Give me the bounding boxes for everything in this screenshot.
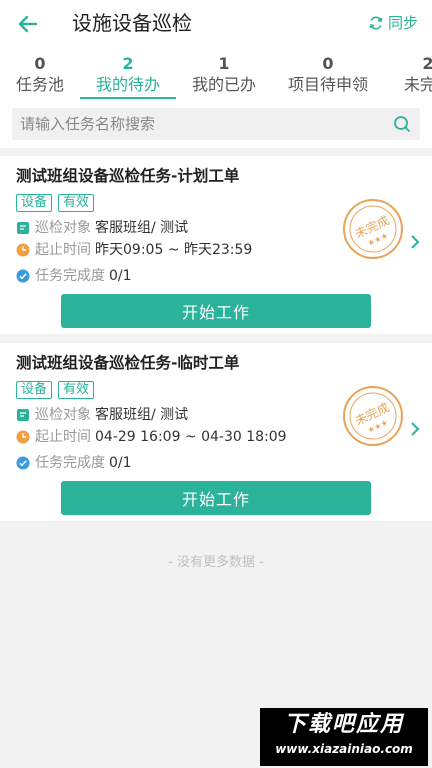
time-value: 昨天09:05 ~ 昨天23:59 — [95, 242, 253, 258]
tag-valid: 有效 — [58, 194, 95, 212]
tab-count: 2 — [122, 54, 134, 73]
no-more-data-note: - 没有更多数据 - — [168, 555, 264, 570]
watermark-url: www.xiazainiao.com — [275, 742, 413, 756]
document-icon — [17, 222, 29, 234]
back-button[interactable] — [14, 10, 42, 38]
tab-project-pending-claim[interactable]: 0 项目待申领 — [280, 54, 376, 96]
back-arrow-icon — [18, 15, 38, 33]
active-tab-indicator — [80, 97, 176, 99]
page-title: 设施设备巡检 — [72, 11, 192, 35]
incomplete-stamp: 未完成 ★★★ — [343, 386, 403, 446]
tab-task-pool[interactable]: 0 任务池 — [0, 54, 88, 96]
time-label: 起止时间 — [35, 242, 91, 258]
tab-label: 我的已办 — [191, 75, 256, 94]
time-label: 起止时间 — [35, 429, 91, 445]
target-label: 巡检对象 — [35, 220, 91, 236]
target-label: 巡检对象 — [35, 407, 91, 423]
task-title: 测试班组设备巡检任务-临时工单 — [16, 354, 240, 372]
tag-group: 设备 有效 — [16, 381, 95, 399]
tab-label: 项目待申领 — [287, 75, 368, 94]
tab-label: 未完成 — [403, 75, 432, 94]
time-range-row: 起止时间 昨天09:05 ~ 昨天23:59 — [16, 240, 252, 260]
target-value: 客服班组/ 测试 — [95, 220, 189, 236]
sync-button[interactable]: 同步 — [368, 12, 418, 34]
target-value: 客服班组/ 测试 — [95, 407, 189, 423]
tab-label: 任务池 — [15, 75, 64, 94]
progress-row: 任务完成度 0/1 — [16, 266, 132, 286]
search-box — [12, 108, 420, 140]
progress-label: 任务完成度 — [35, 455, 105, 471]
progress-value: 0/1 — [109, 268, 132, 284]
chevron-right-icon[interactable] — [410, 421, 420, 437]
tab-incomplete[interactable]: 2 未完成 — [380, 54, 432, 96]
search-icon[interactable] — [392, 114, 412, 134]
task-title: 测试班组设备巡检任务-计划工单 — [16, 167, 240, 185]
tab-count: 1 — [218, 54, 230, 73]
start-work-button[interactable]: 开始工作 — [61, 481, 371, 515]
incomplete-stamp: 未完成 ★★★ — [343, 199, 403, 259]
clock-icon — [16, 243, 30, 257]
tab-label: 我的待办 — [95, 75, 160, 94]
progress-row: 任务完成度 0/1 — [16, 453, 132, 473]
watermark-title: 下载吧应用 — [283, 712, 404, 737]
tag-equipment: 设备 — [16, 381, 53, 399]
tab-bar: 0 任务池 2 我的待办 1 我的已办 0 项目待申领 2 未完成 — [0, 48, 432, 102]
sync-label: 同步 — [387, 14, 418, 32]
task-card[interactable]: 测试班组设备巡检任务-计划工单 设备 有效 巡检对象 客服班组/ 测试 起止时间… — [0, 156, 432, 334]
task-card[interactable]: 测试班组设备巡检任务-临时工单 设备 有效 巡检对象 客服班组/ 测试 起止时间… — [0, 343, 432, 521]
check-circle-icon — [16, 269, 30, 283]
inspection-target-row: 巡检对象 客服班组/ 测试 — [16, 218, 188, 238]
tab-count: 0 — [322, 54, 334, 73]
tag-equipment: 设备 — [16, 194, 53, 212]
search-area — [0, 102, 432, 148]
watermark-logo: 下载吧应用 www.xiazainiao.com — [260, 708, 428, 766]
tab-count: 2 — [422, 54, 432, 73]
tag-group: 设备 有效 — [16, 194, 95, 212]
sync-icon — [369, 16, 383, 30]
tab-count: 0 — [34, 54, 46, 73]
tab-my-todo[interactable]: 2 我的待办 — [80, 54, 176, 96]
chevron-right-icon[interactable] — [410, 234, 420, 250]
search-input[interactable] — [20, 108, 380, 140]
document-icon — [17, 409, 29, 421]
progress-value: 0/1 — [109, 455, 132, 471]
tag-valid: 有效 — [58, 381, 95, 399]
tab-my-done[interactable]: 1 我的已办 — [176, 54, 272, 96]
clock-icon — [16, 430, 30, 444]
progress-label: 任务完成度 — [35, 268, 105, 284]
start-work-button[interactable]: 开始工作 — [61, 294, 371, 328]
check-circle-icon — [16, 456, 30, 470]
top-bar: 设施设备巡检 同步 — [0, 0, 432, 48]
time-value: 04-29 16:09 ~ 04-30 18:09 — [95, 429, 287, 445]
time-range-row: 起止时间 04-29 16:09 ~ 04-30 18:09 — [16, 427, 287, 447]
inspection-target-row: 巡检对象 客服班组/ 测试 — [16, 405, 188, 425]
